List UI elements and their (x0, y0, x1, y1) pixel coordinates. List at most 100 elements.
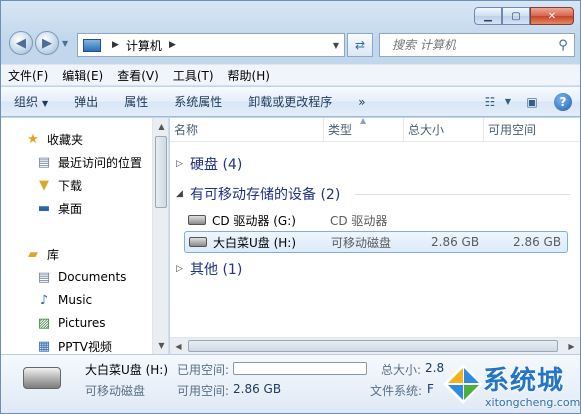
group-label: 有可移动存储的设备 (2) (190, 187, 341, 203)
group-other[interactable]: ▷ 其他 (1) (176, 257, 242, 281)
sidebar-item-label: 下载 (58, 178, 83, 193)
forward-button[interactable]: ▶ (35, 31, 59, 55)
free-space-label: 可用空间: (177, 384, 230, 398)
help-icon[interactable]: ? (554, 92, 572, 111)
sidebar-item-favorites[interactable]: ★ 收藏夹 (25, 129, 83, 149)
minimize-button[interactable]: ▁ (474, 7, 502, 25)
sidebar-item-desktop[interactable]: ▬ 桌面 (36, 198, 82, 218)
item-type: 可移动磁盘 (331, 235, 392, 250)
sidebar-item-documents[interactable]: ▤ Documents (36, 267, 127, 287)
music-icon: ♪ (39, 292, 49, 308)
desktop-icon: ▬ (37, 200, 51, 216)
expand-icon[interactable]: ▷ (176, 264, 190, 274)
list-item[interactable]: CD 驱动器 (G:) CD 驱动器 (184, 209, 568, 231)
filesystem-value: F (427, 382, 434, 396)
address-dropdown-icon[interactable]: ▼ (328, 41, 344, 50)
group-removable[interactable]: ◢ 有可移动存储的设备 (2) (176, 182, 340, 206)
address-bar[interactable]: ▶ 计算机 ▶ ▼ (77, 33, 345, 57)
item-type: CD 驱动器 (330, 213, 388, 228)
used-space-bar (233, 362, 367, 375)
sidebar-item-label: Pictures (58, 316, 106, 330)
sidebar-item-label: 桌面 (58, 201, 83, 216)
view-dropdown-icon[interactable]: ▼ (502, 92, 514, 112)
column-type[interactable]: 类型 (324, 118, 404, 142)
command-bar: 组织 ▼ 弹出 属性 系统属性 卸载或更改程序 » ☷ ▼ ▣ ? (1, 87, 580, 117)
watermark-site: xitongcheng.com (485, 396, 581, 409)
documents-icon: ▤ (37, 269, 51, 285)
group-label: 其他 (1) (190, 262, 243, 278)
item-name: 大白菜U盘 (H:) (213, 235, 297, 250)
column-free[interactable]: 可用空间 (484, 118, 580, 142)
search-icon[interactable]: ⚲ (552, 38, 574, 53)
free-space-value: 2.86 GB (233, 382, 282, 396)
search-input[interactable] (380, 38, 552, 52)
sidebar-item-label: 库 (47, 247, 60, 262)
scroll-up-icon[interactable]: ▲ (153, 118, 168, 135)
menu-help[interactable]: 帮助(H) (221, 67, 277, 84)
scroll-thumb[interactable] (188, 340, 558, 352)
file-list: 名称 ▲ 类型 总大小 可用空间 ▷ 硬盘 (4) ◢ 有可移动存储的设备 (2… (170, 118, 580, 354)
video-library-icon: ▦ (37, 338, 51, 354)
expand-icon[interactable]: ▷ (176, 159, 190, 169)
chevron-right-icon[interactable]: ▶ (112, 40, 119, 50)
menu-tools[interactable]: 工具(T) (166, 67, 221, 84)
chevron-right-icon[interactable]: ▶ (169, 40, 176, 50)
preview-pane-icon[interactable]: ▣ (520, 92, 544, 112)
close-button[interactable]: ✕ (530, 7, 574, 25)
navigation-pane: ★ 收藏夹 ▤ 最近访问的位置 ▼ 下载 ▬ 桌面 ▰ 库 ▤ Document… (1, 118, 169, 354)
system-properties-button[interactable]: 系统属性 (161, 93, 235, 110)
more-commands-button[interactable]: » (345, 95, 378, 109)
sidebar-item-libraries[interactable]: ▰ 库 (25, 244, 59, 264)
properties-button[interactable]: 属性 (111, 93, 161, 110)
eject-button[interactable]: 弹出 (61, 93, 111, 110)
nav-scrollbar[interactable]: ▲ ▼ (152, 118, 168, 354)
item-total: 2.86 GB (431, 235, 480, 249)
sidebar-item-label: 最近访问的位置 (58, 155, 143, 170)
explorer-window: ▁ ▢ ✕ ◀ ▶ ▼ ▶ 计算机 ▶ ▼ ⇄ ⚲ 文件(F) 编辑(E) 查看… (0, 0, 581, 414)
scroll-thumb[interactable] (155, 136, 167, 208)
scroll-down-icon[interactable]: ▼ (153, 337, 168, 354)
maximize-button[interactable]: ▢ (502, 7, 530, 25)
breadcrumb-computer[interactable]: 计算机 (126, 37, 162, 54)
downloads-folder-icon: ▼ (39, 177, 49, 193)
menu-file[interactable]: 文件(F) (1, 67, 55, 84)
search-box: ⚲ (379, 33, 575, 57)
nav-buttons: ◀ ▶ ▼ (9, 31, 72, 55)
refresh-icon: ⇄ (354, 38, 366, 52)
group-hard-disks[interactable]: ▷ 硬盘 (4) (176, 152, 242, 176)
menu-edit[interactable]: 编辑(E) (55, 67, 110, 84)
sidebar-item-recent[interactable]: ▤ 最近访问的位置 (36, 152, 142, 172)
view-controls: ☷ ▼ ▣ ? (472, 92, 580, 112)
details-kind: 可移动磁盘 (85, 384, 146, 398)
horizontal-scrollbar[interactable]: ◀ ▶ (170, 337, 580, 354)
scroll-right-icon[interactable]: ▶ (563, 338, 580, 354)
recent-pages-dropdown[interactable]: ▼ (62, 39, 72, 48)
refresh-button[interactable]: ⇄ (347, 33, 373, 57)
sidebar-item-label: Music (58, 293, 93, 307)
view-options-icon[interactable]: ☷ (478, 92, 502, 112)
sidebar-item-downloads[interactable]: ▼ 下载 (36, 175, 82, 195)
sidebar-item-music[interactable]: ♪ Music (36, 290, 92, 310)
list-item-selected[interactable]: 大白菜U盘 (H:) 可移动磁盘 2.86 GB 2.86 GB (184, 231, 568, 253)
watermark-brand: 系统城 (483, 366, 565, 396)
group-divider (355, 194, 570, 195)
filesystem-label: 文件系统: (370, 384, 423, 398)
menu-view[interactable]: 查看(V) (110, 67, 166, 84)
arrow-left-icon: ◀ (16, 35, 26, 51)
uninstall-button[interactable]: 卸载或更改程序 (235, 93, 345, 110)
sidebar-item-pictures[interactable]: ▨ Pictures (36, 313, 106, 333)
computer-icon (83, 38, 101, 52)
usb-drive-icon (189, 237, 207, 247)
scroll-left-icon[interactable]: ◀ (170, 338, 187, 354)
caption-buttons: ▁ ▢ ✕ (474, 7, 574, 25)
library-icon: ▰ (28, 246, 38, 262)
column-name[interactable]: 名称 (170, 118, 324, 142)
back-button[interactable]: ◀ (9, 31, 33, 55)
column-total[interactable]: 总大小 (404, 118, 484, 142)
sidebar-item-pptv[interactable]: ▦ PPTV视频 (36, 336, 112, 354)
usb-drive-icon (23, 367, 61, 389)
details-name: 大白菜U盘 (H:) (85, 363, 169, 377)
collapse-icon[interactable]: ◢ (176, 189, 190, 199)
pictures-icon: ▨ (37, 315, 51, 331)
organize-button[interactable]: 组织 ▼ (1, 93, 61, 110)
